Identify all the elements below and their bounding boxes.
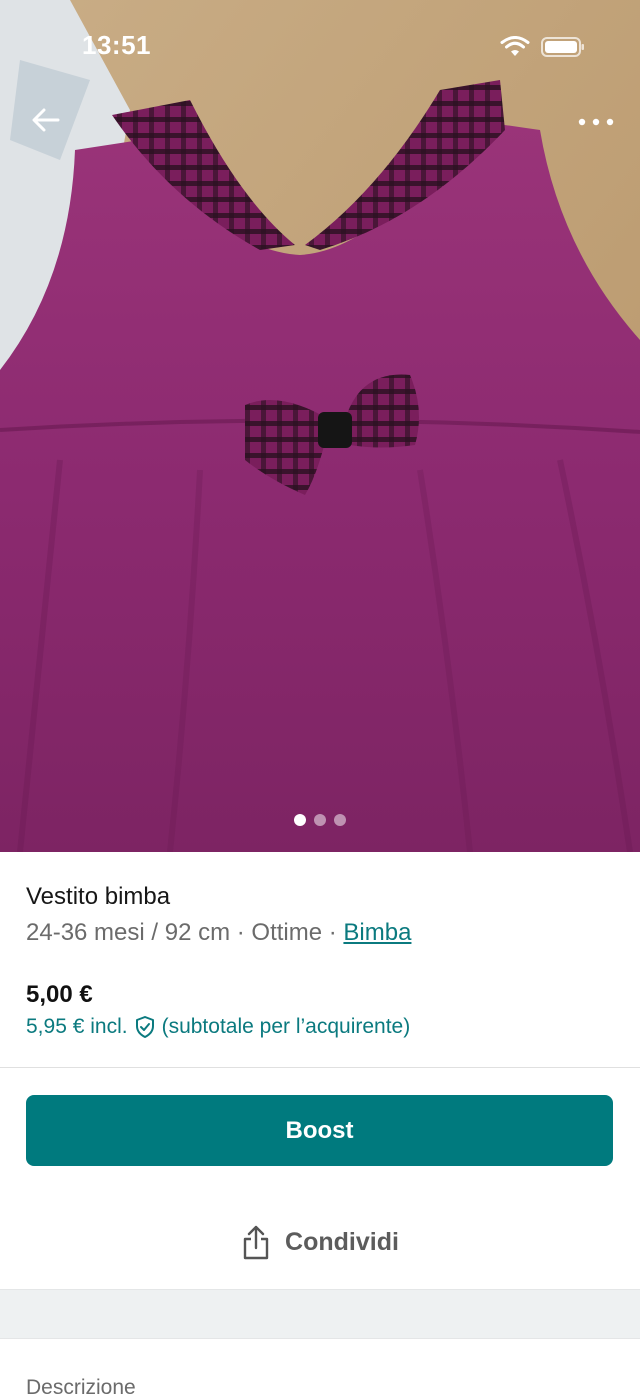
carousel-dot[interactable] [314,814,326,826]
product-photo [0,0,640,852]
more-horizontal-icon [578,118,614,126]
item-title: Vestito bimba [26,883,171,910]
buyer-subtotal-note: (subtotale per l’acquirente) [161,1015,411,1038]
item-attributes: 24-36 mesi / 92 cm · Ottime · Bimba [26,919,411,947]
status-time: 13:51 [82,30,151,60]
category-link[interactable]: Bimba [343,919,411,946]
wifi-icon [500,36,530,56]
shield-check-icon [135,1016,154,1038]
product-photo-carousel[interactable]: 13:51 [0,0,640,852]
item-price: 5,00 € [26,981,93,1008]
carousel-dot-active[interactable] [294,814,306,826]
arrow-left-icon [32,108,60,132]
carousel-dot[interactable] [334,814,346,826]
price-incl: 5,95 € incl. [26,1015,128,1038]
boost-button[interactable]: Boost [26,1095,613,1166]
status-bar: 13:51 [0,0,640,96]
section-separator [0,1289,640,1339]
divider [0,1067,640,1068]
item-size-condition: 24-36 mesi / 92 cm · Ottime · [26,919,344,946]
share-icon [243,1225,269,1260]
buyer-price-info[interactable]: 5,95 € incl. (subtotale per l’acquirente… [26,1015,410,1039]
back-button[interactable] [26,100,66,140]
battery-icon [541,37,584,57]
description-heading: Descrizione [26,1376,136,1399]
more-options-button[interactable] [568,104,624,140]
share-label: Condividi [285,1227,399,1256]
share-button[interactable]: Condividi [0,1212,640,1272]
carousel-indicator [0,814,640,826]
